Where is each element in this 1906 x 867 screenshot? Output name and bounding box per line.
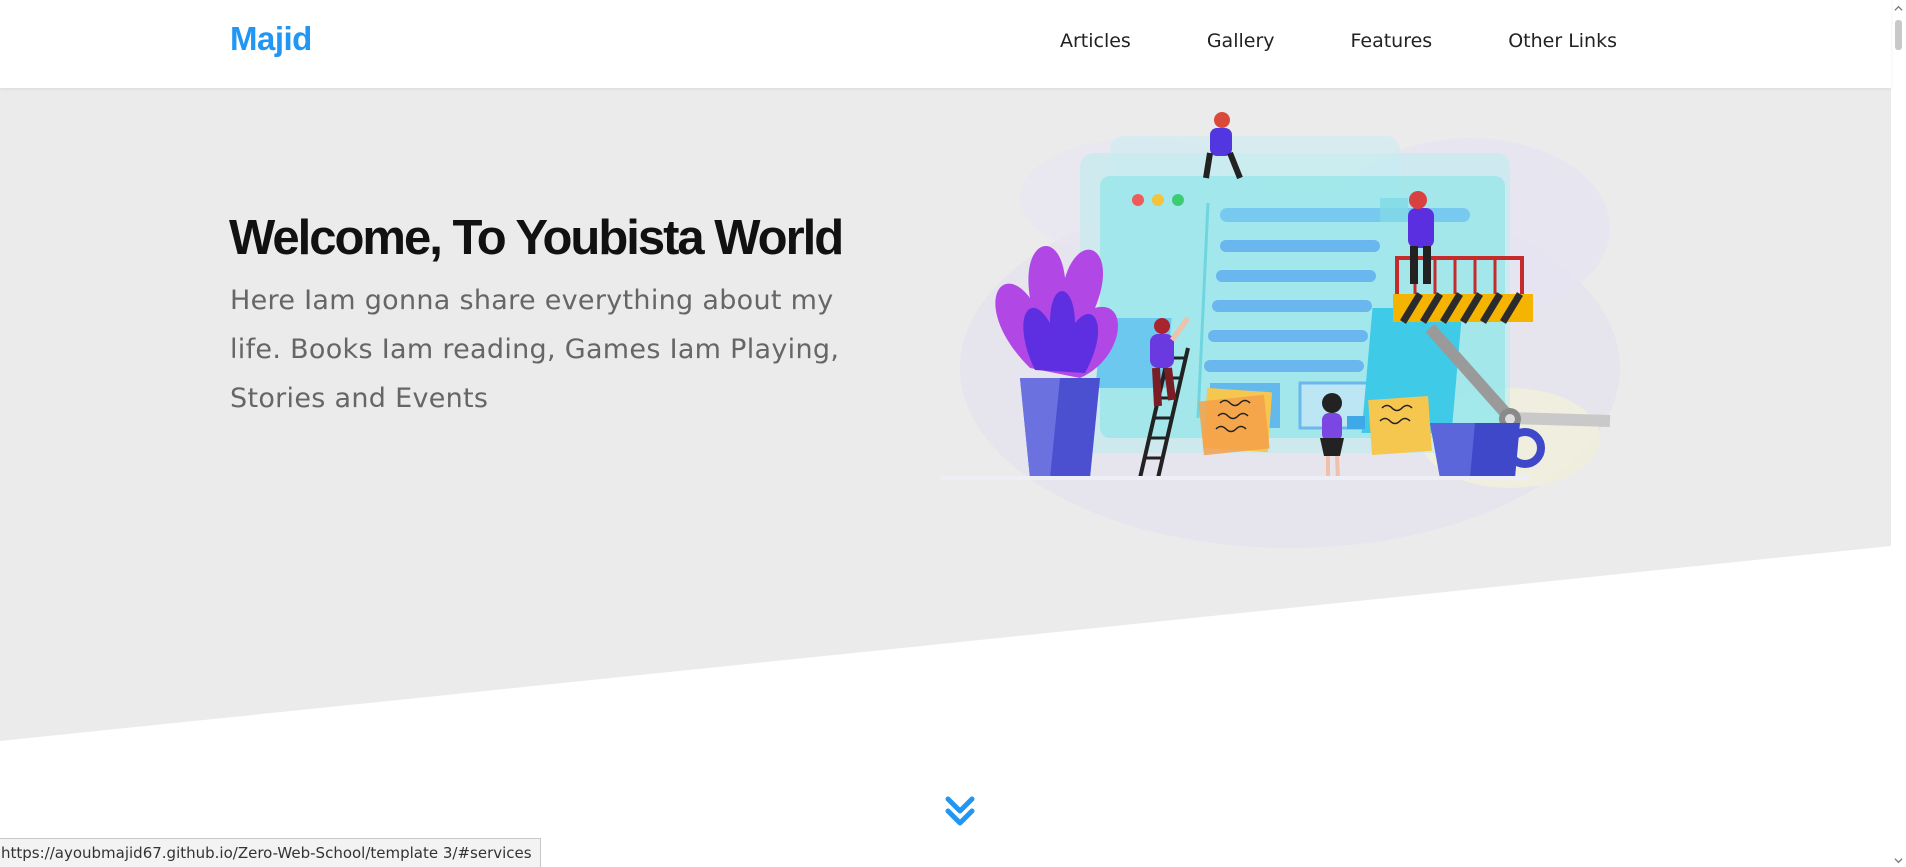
nav-link-other-links[interactable]: Other Links bbox=[1508, 30, 1617, 52]
page-scrollbar[interactable] bbox=[1891, 0, 1906, 867]
main-nav: Articles Gallery Features Other Links bbox=[984, 30, 1617, 52]
scrollbar-thumb[interactable] bbox=[1895, 20, 1902, 50]
scroll-up-arrow-icon[interactable] bbox=[1894, 4, 1903, 13]
website-building-illustration bbox=[940, 112, 1620, 548]
hero-description: Here Iam gonna share everything about my… bbox=[230, 285, 840, 414]
nav-link-gallery[interactable]: Gallery bbox=[1207, 30, 1275, 52]
double-chevron-down-icon[interactable] bbox=[940, 791, 980, 831]
hero-title: Welcome, To Youbista World bbox=[229, 211, 844, 265]
nav-link-articles[interactable]: Articles bbox=[1060, 30, 1131, 52]
nav-link-features[interactable]: Features bbox=[1351, 30, 1433, 52]
site-header: Majid Articles Gallery Features Other Li… bbox=[0, 0, 1891, 88]
browser-status-bar: https://ayoubmajid67.github.io/Zero-Web-… bbox=[0, 838, 541, 867]
page: Majid Articles Gallery Features Other Li… bbox=[0, 0, 1906, 867]
site-logo[interactable]: Majid bbox=[230, 20, 312, 58]
hero-section: Welcome, To Youbista World Here Iam gonn… bbox=[0, 88, 1891, 826]
scroll-down-arrow-icon[interactable] bbox=[1894, 856, 1903, 865]
